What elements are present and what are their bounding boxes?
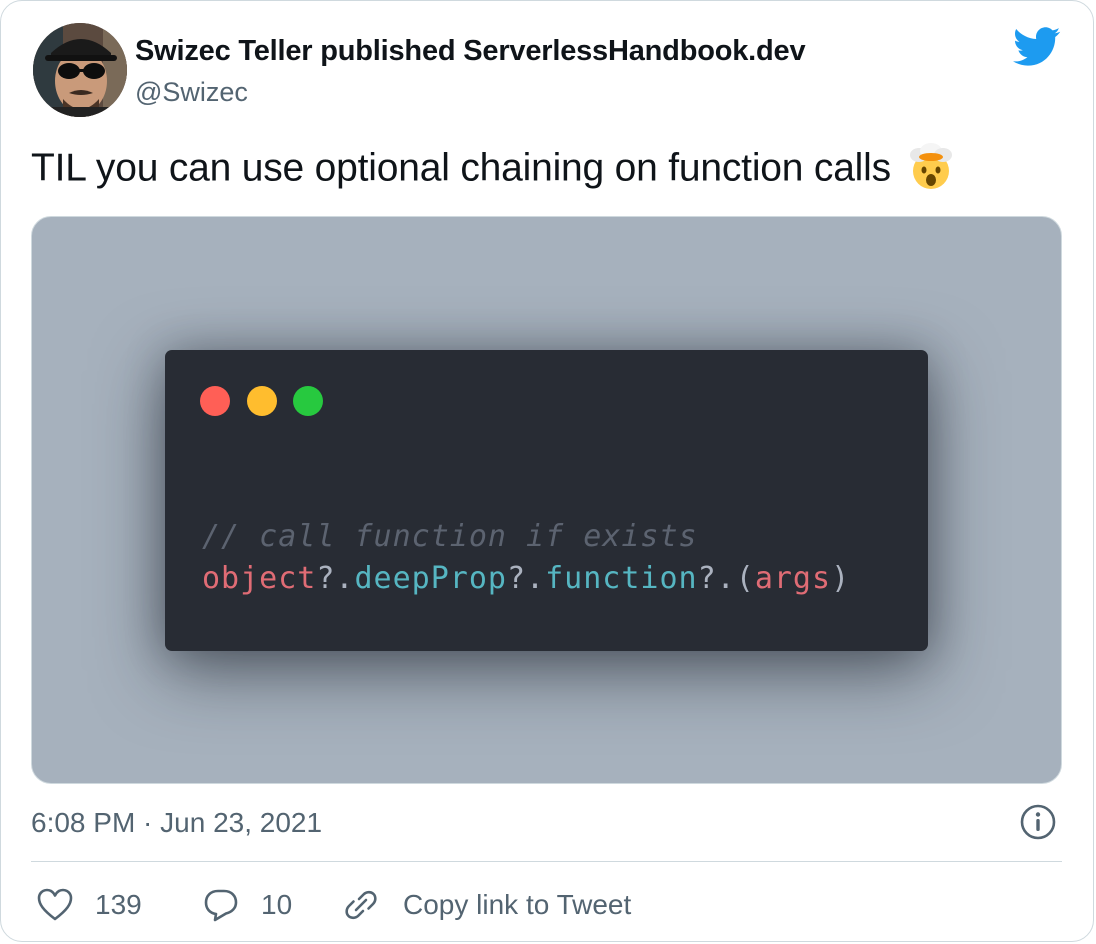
code-token: ?. bbox=[507, 561, 546, 596]
code-token: deepProp bbox=[354, 561, 507, 596]
code-block: // call function if exists object?.deepPr… bbox=[202, 516, 850, 600]
copy-link-label: Copy link to Tweet bbox=[403, 889, 632, 920]
divider bbox=[31, 861, 1062, 862]
window-maximize-dot bbox=[293, 386, 323, 416]
reply-count: 10 bbox=[261, 889, 293, 920]
avatar[interactable] bbox=[33, 23, 127, 117]
author-name[interactable]: Swizec Teller published ServerlessHandbo… bbox=[135, 35, 806, 68]
copy-link-button[interactable]: Copy link to Tweet bbox=[343, 883, 631, 927]
tweet-card: Swizec Teller published ServerlessHandbo… bbox=[0, 0, 1094, 942]
window-minimize-dot bbox=[247, 386, 277, 416]
code-token: object bbox=[202, 561, 317, 596]
like-button[interactable]: 139 bbox=[37, 883, 142, 927]
author-handle[interactable]: @Swizec bbox=[135, 77, 248, 108]
link-icon bbox=[343, 887, 379, 923]
tweet-text: TIL you can use optional chaining on fun… bbox=[31, 143, 956, 195]
like-count: 139 bbox=[95, 889, 142, 920]
code-token: ) bbox=[831, 561, 851, 596]
code-token: function bbox=[545, 561, 698, 596]
code-window: // call function if exists object?.deepPr… bbox=[165, 350, 928, 651]
avatar-image bbox=[33, 23, 127, 117]
tweet-timestamp[interactable]: 6:08 PM · Jun 23, 2021 bbox=[31, 807, 322, 839]
heart-icon bbox=[37, 888, 73, 922]
window-close-dot bbox=[200, 386, 230, 416]
reply-bubble-icon bbox=[203, 888, 239, 922]
reply-button[interactable]: 10 bbox=[203, 883, 292, 927]
code-token: ?.( bbox=[697, 561, 755, 596]
twitter-bird-icon[interactable] bbox=[1013, 27, 1061, 67]
tweet-text-content: TIL you can use optional chaining on fun… bbox=[31, 146, 891, 190]
code-token: args bbox=[754, 561, 832, 596]
code-comment: // call function if exists bbox=[202, 519, 698, 554]
code-line: object?.deepProp?.function?.(args) bbox=[202, 558, 850, 600]
exploding-head-emoji bbox=[906, 141, 956, 191]
info-icon[interactable] bbox=[1019, 803, 1057, 841]
code-token: ?. bbox=[316, 561, 355, 596]
media-image[interactable]: // call function if exists object?.deepPr… bbox=[31, 216, 1062, 784]
